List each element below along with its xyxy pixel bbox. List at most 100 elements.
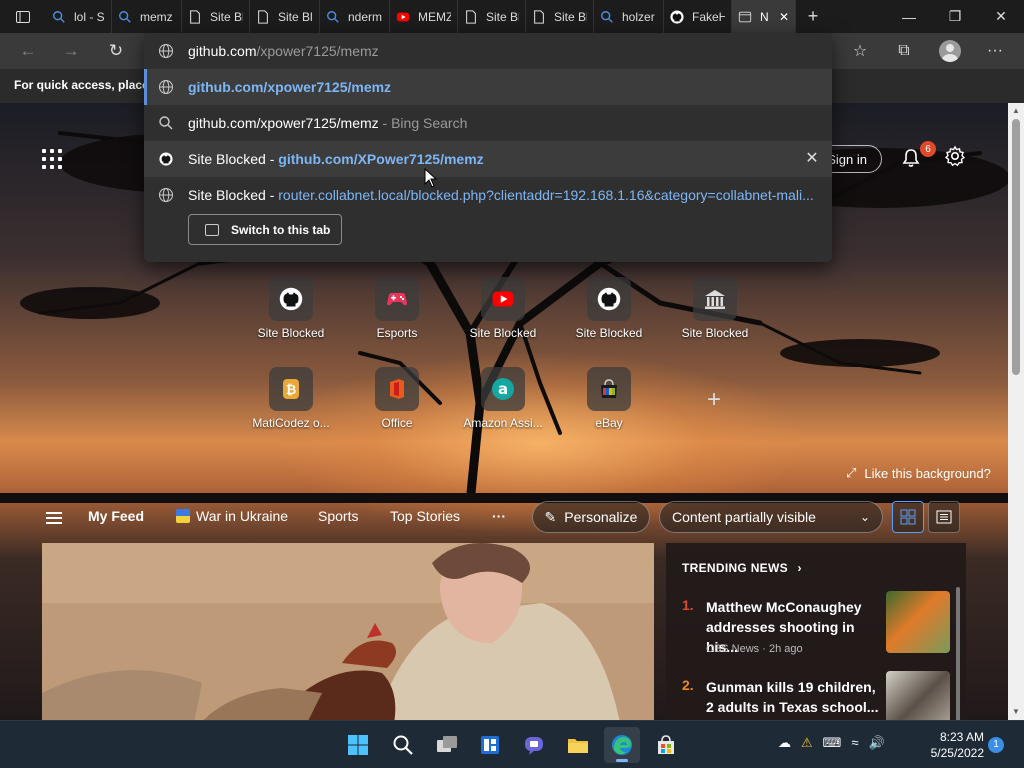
wifi-icon[interactable]: ≈ bbox=[851, 735, 858, 751]
page-icon bbox=[532, 9, 546, 24]
personalize-button[interactable]: ✎ Personalize bbox=[532, 501, 650, 533]
list-view-button[interactable] bbox=[928, 501, 960, 533]
browser-tab[interactable]: Site Bl bbox=[182, 0, 250, 33]
feed-tab-top-stories[interactable]: Top Stories bbox=[390, 508, 460, 524]
keyboard-icon[interactable]: ⌨ bbox=[823, 735, 842, 751]
suggestion-prefix: Site Blocked - bbox=[188, 187, 279, 203]
quick-link-tile[interactable]: Site Blocked bbox=[566, 277, 652, 357]
feed-tab-my-feed[interactable]: My Feed bbox=[88, 508, 144, 524]
taskbar-search-button[interactable] bbox=[385, 727, 421, 763]
edge-browser-button[interactable] bbox=[604, 727, 640, 763]
settings-menu-button[interactable]: ··· bbox=[980, 37, 1010, 65]
pencil-icon: ✎ bbox=[544, 508, 557, 525]
browser-tab[interactable]: holzer bbox=[594, 0, 664, 33]
scroll-down-arrow-icon[interactable]: ▼ bbox=[1008, 704, 1024, 720]
tab-actions-icon bbox=[16, 10, 30, 23]
tab-title: Site Bl bbox=[486, 9, 519, 24]
content-visibility-select[interactable]: Content partially visible ⌄ bbox=[659, 501, 883, 533]
new-tab-button[interactable]: + bbox=[796, 0, 830, 33]
browser-tab[interactable]: MEMZ bbox=[390, 0, 458, 33]
browser-tab[interactable]: Site Bl bbox=[250, 0, 320, 33]
browser-tab[interactable]: Site Bl bbox=[458, 0, 526, 33]
windows-logo-icon bbox=[348, 735, 368, 755]
quick-link-tile[interactable]: a Amazon Assi... bbox=[460, 367, 546, 447]
browser-tab[interactable]: FakeH bbox=[664, 0, 732, 33]
bell-icon[interactable] bbox=[900, 147, 922, 169]
task-view-button[interactable] bbox=[429, 727, 465, 763]
task-view-icon bbox=[437, 736, 457, 752]
widgets-button[interactable] bbox=[472, 727, 508, 763]
start-button[interactable] bbox=[340, 727, 376, 763]
favorites-bar-message: For quick access, place y bbox=[14, 78, 159, 92]
close-window-button[interactable]: ✕ bbox=[978, 0, 1024, 33]
suggestion-item[interactable]: github.com/xpower7125/memz bbox=[144, 69, 832, 105]
page-scrollbar[interactable]: ▲ ▼ bbox=[1008, 103, 1024, 720]
personalize-label: Personalize bbox=[564, 509, 638, 525]
quick-link-tile[interactable]: Office bbox=[354, 367, 440, 447]
page-icon bbox=[256, 9, 270, 24]
quick-link-tile[interactable]: Site Blocked bbox=[460, 277, 546, 357]
file-explorer-button[interactable] bbox=[560, 727, 596, 763]
tab-actions-button[interactable] bbox=[0, 0, 46, 33]
sign-in-label: Sign in bbox=[827, 151, 867, 167]
gear-icon[interactable] bbox=[944, 145, 966, 167]
browser-tab[interactable]: lol - S bbox=[46, 0, 112, 33]
suggestion-item[interactable]: github.com/xpower7125/memz - Bing Search bbox=[144, 105, 832, 141]
quick-link-tile[interactable]: Esports bbox=[354, 277, 440, 357]
security-warning-icon[interactable]: ⚠ bbox=[801, 735, 813, 751]
chevron-down-icon: ⌄ bbox=[859, 510, 870, 524]
address-suggestions-dropdown: github.com/xpower7125/memz github.com/xp… bbox=[144, 33, 832, 262]
quick-link-tile[interactable]: Site Blocked bbox=[248, 277, 334, 357]
suggestion-item[interactable]: Site Blocked - router.collabnet.local/bl… bbox=[144, 177, 832, 213]
profile-button[interactable] bbox=[935, 37, 965, 65]
quick-link-tile[interactable]: Site Blocked bbox=[672, 277, 758, 357]
clock[interactable]: 8:23 AM 5/25/2022 bbox=[914, 729, 984, 761]
tab-title: Site Bl bbox=[554, 9, 587, 24]
back-button[interactable]: ← bbox=[14, 37, 42, 65]
trending-news-title[interactable]: TRENDING NEWS › bbox=[682, 561, 802, 575]
network-off-icon[interactable]: ☁ bbox=[778, 735, 791, 751]
close-tab-icon[interactable]: ✕ bbox=[779, 10, 789, 24]
browser-tab[interactable]: Site Bl bbox=[526, 0, 594, 33]
tab-icon bbox=[205, 223, 219, 236]
scroll-up-arrow-icon[interactable]: ▲ bbox=[1008, 103, 1024, 119]
quick-link-tile[interactable]: ₿ MatiCodez o... bbox=[248, 367, 334, 447]
tab-title: FakeH bbox=[692, 9, 725, 24]
close-icon[interactable]: ✕ bbox=[804, 151, 820, 167]
like-background-button[interactable]: ⤢ Like this background? bbox=[846, 465, 991, 481]
clock-time: 8:23 AM bbox=[939, 730, 984, 744]
refresh-button[interactable]: ↻ bbox=[102, 37, 130, 65]
trending-scrollbar[interactable] bbox=[956, 587, 960, 720]
hero-news-card[interactable] bbox=[42, 543, 654, 720]
widgets-icon bbox=[481, 736, 499, 754]
collections-button[interactable]: ⧉ bbox=[889, 37, 919, 65]
hamburger-menu-icon[interactable] bbox=[46, 512, 62, 524]
add-quick-link-button[interactable]: + bbox=[702, 388, 726, 413]
page-icon bbox=[464, 9, 478, 24]
switch-to-tab-button[interactable]: Switch to this tab bbox=[188, 214, 342, 245]
feed-more-button[interactable]: ··· bbox=[492, 508, 506, 524]
chat-icon bbox=[525, 737, 543, 755]
address-bar[interactable]: github.com/xpower7125/memz bbox=[144, 33, 832, 69]
quick-link-tile[interactable]: eBay bbox=[566, 367, 652, 447]
microsoft-store-button[interactable] bbox=[648, 727, 684, 763]
forward-button[interactable]: → bbox=[57, 37, 85, 65]
restore-button[interactable]: ❐ bbox=[932, 0, 978, 33]
feed-tab-war-in-ukraine[interactable]: War in Ukraine bbox=[176, 508, 288, 524]
feed-tab-sports[interactable]: Sports bbox=[318, 508, 358, 524]
more-icon: ··· bbox=[987, 42, 1003, 59]
app-launcher-icon[interactable] bbox=[42, 149, 62, 169]
teams-chat-button[interactable] bbox=[516, 727, 552, 763]
scrollbar-thumb[interactable] bbox=[1012, 119, 1020, 375]
grid-view-button[interactable] bbox=[892, 501, 924, 533]
browser-tab[interactable]: memz bbox=[112, 0, 182, 33]
browser-tab[interactable]: N ✕ bbox=[732, 0, 796, 33]
github-icon bbox=[269, 277, 313, 321]
notification-count-badge[interactable]: 1 bbox=[988, 737, 1004, 753]
minimize-button[interactable]: — bbox=[886, 0, 932, 33]
favorites-button[interactable]: ☆ bbox=[845, 37, 875, 65]
browser-tab[interactable]: nderm bbox=[320, 0, 390, 33]
suggestion-item[interactable]: Site Blocked - github.com/XPower7125/mem… bbox=[144, 141, 832, 177]
chevron-right-icon: › bbox=[797, 561, 802, 575]
volume-icon[interactable]: 🔊 bbox=[869, 735, 885, 751]
